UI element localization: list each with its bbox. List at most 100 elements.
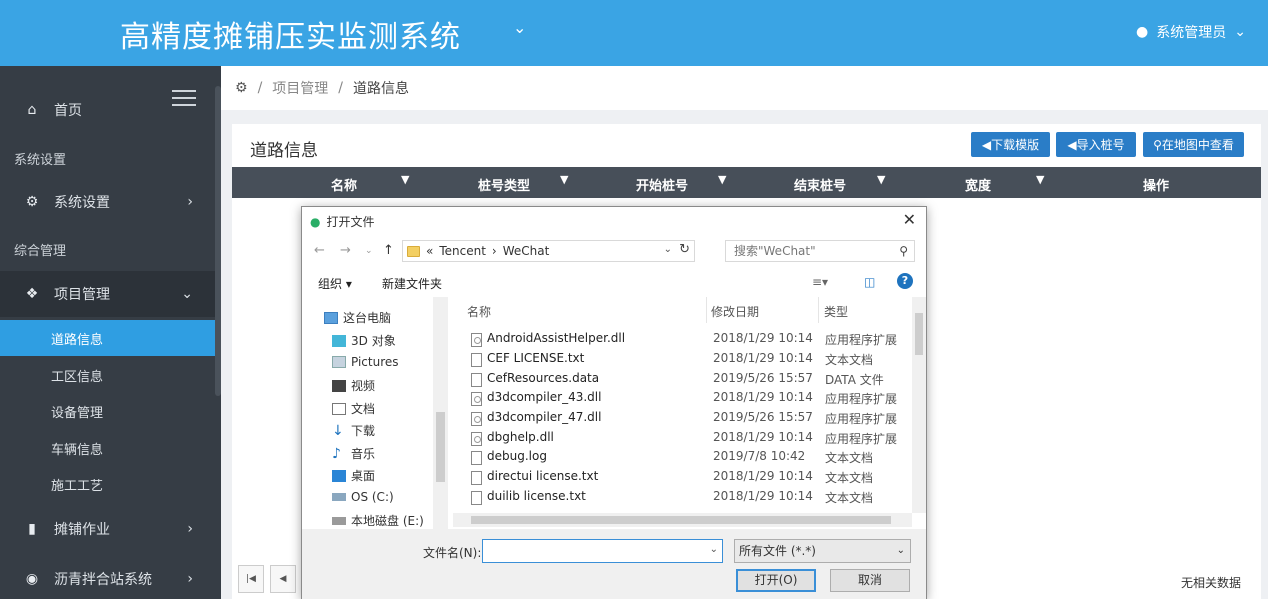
column-header-name[interactable]: 名称: [331, 175, 357, 194]
column-header-end-stake[interactable]: 结束桩号: [794, 175, 846, 194]
cancel-button[interactable]: 取消: [830, 569, 910, 592]
sidebar-item-project-management[interactable]: ❖ 项目管理 ⌄: [0, 271, 215, 317]
refresh-icon[interactable]: ↻: [679, 242, 690, 257]
path-segment[interactable]: WeChat: [503, 244, 550, 258]
chevron-down-icon[interactable]: ⌄: [365, 246, 373, 256]
organize-button[interactable]: 组织 ▾: [318, 275, 352, 292]
sidebar-item-paving[interactable]: ▮ 摊铺作业 ›: [0, 506, 215, 552]
file-row[interactable]: dbghelp.dll 2018/1/29 10:14 应用程序扩展: [453, 430, 912, 450]
help-icon[interactable]: ?: [897, 273, 913, 289]
column-header-stake-type[interactable]: 桩号类型: [478, 175, 530, 194]
dll-file-icon: [471, 432, 482, 446]
column-header-actions: 操作: [1143, 179, 1170, 194]
up-arrow-icon[interactable]: ↑: [383, 243, 394, 258]
document-icon: [332, 402, 346, 415]
file-row[interactable]: CefResources.data 2019/5/26 15:57 DATA 文…: [453, 371, 912, 391]
pictures-icon: [332, 356, 346, 368]
breadcrumb-item[interactable]: 项目管理: [272, 78, 328, 98]
file-row[interactable]: duilib license.txt 2018/1/29 10:14 文本文档: [453, 489, 912, 509]
filter-icon[interactable]: ▼: [877, 173, 885, 186]
search-icon: ⚲: [1153, 137, 1162, 152]
sidebar-item-label: 首页: [54, 103, 82, 119]
navigation-pane: 这台电脑 3D 对象 Pictures 视频 文档 ↓ 下载 ♪ 音乐 桌面 O…: [302, 297, 450, 529]
column-header-date[interactable]: 修改日期: [711, 303, 759, 329]
nav-item-videos[interactable]: 视频: [332, 377, 375, 394]
filter-icon[interactable]: ▼: [401, 173, 409, 186]
gear-icon[interactable]: ⚙: [235, 80, 248, 96]
nav-item-desktop[interactable]: 桌面: [332, 467, 375, 484]
filter-icon[interactable]: ▼: [560, 173, 568, 186]
new-folder-button[interactable]: 新建文件夹: [382, 275, 442, 292]
nav-item-3d-objects[interactable]: 3D 对象: [332, 332, 396, 349]
sidebar-item-home[interactable]: ⌂ 首页: [0, 87, 215, 133]
file-row[interactable]: debug.log 2019/7/8 10:42 文本文档: [453, 449, 912, 469]
pagination: |◀ ◀: [238, 565, 296, 593]
sidebar-section-label: 综合管理: [14, 244, 67, 259]
sidebar-item-asphalt[interactable]: ◉ 沥青拌合站系统 ›: [0, 556, 215, 599]
sidebar-scrollbar[interactable]: [215, 86, 221, 396]
column-header-start-stake[interactable]: 开始桩号: [636, 175, 688, 194]
sidebar: ⌂ 首页 系统设置 ⚙ 系统设置 › 综合管理 ❖ 项目管理 ⌄ 道路信息 工区…: [0, 66, 221, 599]
back-arrow-icon[interactable]: ←: [314, 243, 325, 258]
file-list-horizontal-scrollbar[interactable]: [453, 513, 912, 527]
sidebar-subitem-equipment[interactable]: 设备管理: [0, 393, 215, 429]
chevron-down-icon[interactable]: ⌄: [710, 544, 718, 555]
file-row[interactable]: AndroidAssistHelper.dll 2018/1/29 10:14 …: [453, 331, 912, 351]
forward-arrow-icon[interactable]: →: [340, 243, 351, 258]
first-page-button[interactable]: |◀: [238, 565, 264, 593]
view-on-map-button[interactable]: ⚲ 在地图中查看: [1143, 132, 1244, 157]
file-row[interactable]: d3dcompiler_43.dll 2018/1/29 10:14 应用程序扩…: [453, 390, 912, 410]
nav-item-this-pc[interactable]: 这台电脑: [324, 309, 391, 326]
chevron-down-icon[interactable]: ⌄: [513, 18, 526, 37]
search-icon: ⚲: [899, 244, 908, 258]
view-options-icon[interactable]: ≡▾: [812, 275, 828, 289]
nav-item-documents[interactable]: 文档: [332, 400, 375, 417]
download-template-button[interactable]: ◀ 下载模版: [971, 132, 1050, 157]
sidebar-item-label: 项目管理: [54, 287, 110, 303]
import-stake-button[interactable]: ◀ 导入桩号: [1056, 132, 1136, 157]
sidebar-item-system-settings[interactable]: ⚙ 系统设置 ›: [0, 179, 215, 225]
column-header-width[interactable]: 宽度: [965, 175, 991, 194]
path-segment[interactable]: Tencent: [439, 244, 486, 258]
preview-pane-icon[interactable]: ◫: [864, 275, 875, 289]
nav-item-local-disk-e[interactable]: 本地磁盘 (E:): [332, 512, 424, 529]
dll-file-icon: [471, 412, 482, 426]
column-header-type[interactable]: 类型: [824, 303, 848, 329]
nav-item-music[interactable]: ♪ 音乐: [332, 445, 375, 462]
file-row[interactable]: directui license.txt 2018/1/29 10:14 文本文…: [453, 469, 912, 489]
user-menu[interactable]: ● 系统管理员 ⌄: [1136, 22, 1246, 42]
filename-label: 文件名(N):: [423, 546, 482, 560]
sidebar-subitem-road-info[interactable]: 道路信息: [0, 320, 215, 356]
chevron-right-icon: ›: [187, 571, 193, 587]
sidebar-subitem-vehicles[interactable]: 车辆信息: [0, 430, 215, 466]
open-file-dialog: ● 打开文件 ✕ ← → ⌄ ↑ « Tencent › WeChat ⌄ ↻ …: [301, 206, 927, 599]
sidebar-item-label: 沥青拌合站系统: [54, 572, 152, 588]
file-type-select[interactable]: 所有文件 (*.*) ⌄: [734, 539, 911, 563]
filename-input[interactable]: ⌄: [482, 539, 723, 563]
prev-page-button[interactable]: ◀: [270, 565, 296, 593]
filter-icon[interactable]: ▼: [1036, 173, 1044, 186]
nav-item-pictures[interactable]: Pictures: [332, 355, 399, 369]
open-button[interactable]: 打开(O): [736, 569, 816, 592]
file-row[interactable]: d3dcompiler_47.dll 2019/5/26 15:57 应用程序扩…: [453, 410, 912, 430]
search-input[interactable]: 搜索"WeChat" ⚲: [725, 240, 915, 262]
file-list-vertical-scrollbar[interactable]: [912, 297, 926, 513]
chevron-down-icon: ⌄: [181, 286, 193, 302]
dialog-title: 打开文件: [326, 215, 375, 229]
sidebar-subitem-construction-process[interactable]: 施工工艺: [0, 466, 215, 502]
user-name: 系统管理员: [1156, 25, 1227, 41]
nav-item-downloads[interactable]: ↓ 下载: [332, 422, 375, 439]
close-icon[interactable]: ✕: [903, 210, 916, 229]
nav-item-os-c[interactable]: OS (C:): [332, 490, 394, 504]
video-icon: [332, 379, 346, 392]
column-header-name[interactable]: 名称: [467, 303, 491, 329]
address-bar[interactable]: « Tencent › WeChat ⌄ ↻: [402, 240, 695, 262]
filter-icon[interactable]: ▼: [718, 173, 726, 186]
top-header: 高精度摊铺压实监测系统 ⌄ ● 系统管理员 ⌄: [0, 0, 1268, 66]
cube-icon: [332, 334, 346, 347]
file-row[interactable]: CEF LICENSE.txt 2018/1/29 10:14 文本文档: [453, 351, 912, 371]
nav-pane-scrollbar[interactable]: [433, 297, 448, 529]
person-icon: ●: [1136, 24, 1149, 40]
chevron-down-icon[interactable]: ⌄: [664, 244, 672, 255]
sidebar-subitem-work-area[interactable]: 工区信息: [0, 357, 215, 393]
